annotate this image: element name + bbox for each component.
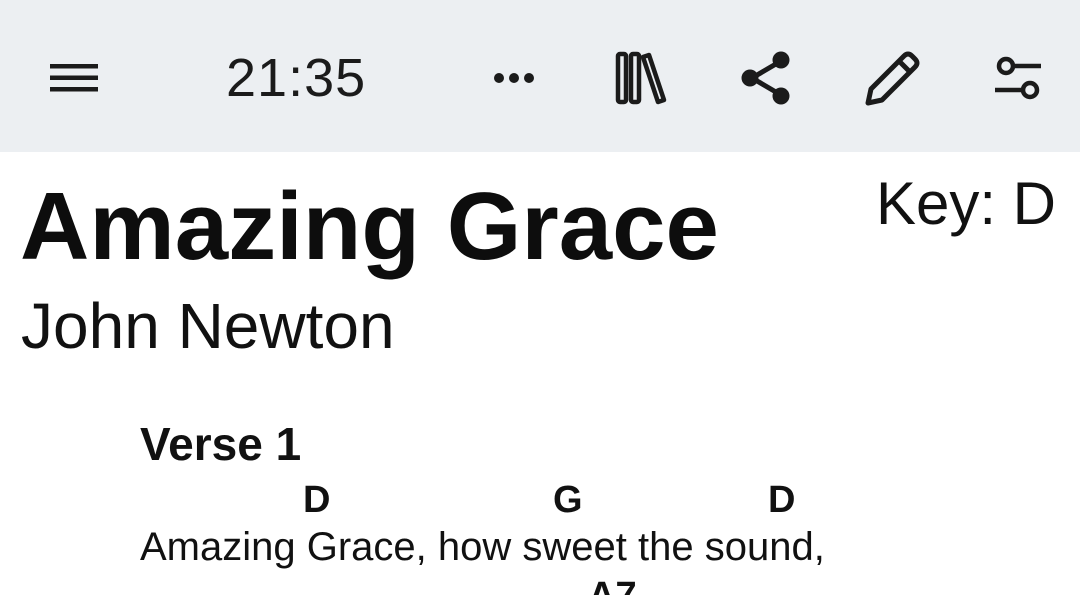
song-key: Key: D — [875, 170, 1056, 237]
song-view: Amazing Grace Key: D John Newton Verse 1… — [0, 152, 1080, 595]
top-toolbar: 21:35 — [0, 0, 1080, 152]
chord: G — [553, 479, 583, 521]
library-books-icon — [615, 51, 667, 105]
lyric-line: Amazing Grace, how sweet the sound, — [140, 525, 825, 569]
edit-button[interactable] — [858, 44, 924, 112]
pencil-edit-icon — [865, 51, 920, 106]
menu-button[interactable] — [44, 44, 104, 112]
section-label: Verse 1 — [140, 418, 302, 470]
clock-display: 21:35 — [226, 48, 367, 108]
song-title: Amazing Grace — [20, 173, 719, 280]
chord: A7 — [588, 574, 637, 595]
hamburger-menu-icon — [50, 64, 98, 92]
more-button[interactable] — [486, 44, 542, 112]
chord: D — [303, 479, 331, 521]
settings-button[interactable] — [986, 44, 1050, 112]
more-dots-icon — [494, 73, 534, 83]
sliders-settings-icon — [995, 56, 1041, 100]
share-icon — [741, 51, 790, 105]
share-button[interactable] — [734, 44, 798, 112]
song-author: John Newton — [21, 290, 395, 362]
chord: D — [768, 479, 796, 521]
library-button[interactable] — [604, 44, 672, 112]
